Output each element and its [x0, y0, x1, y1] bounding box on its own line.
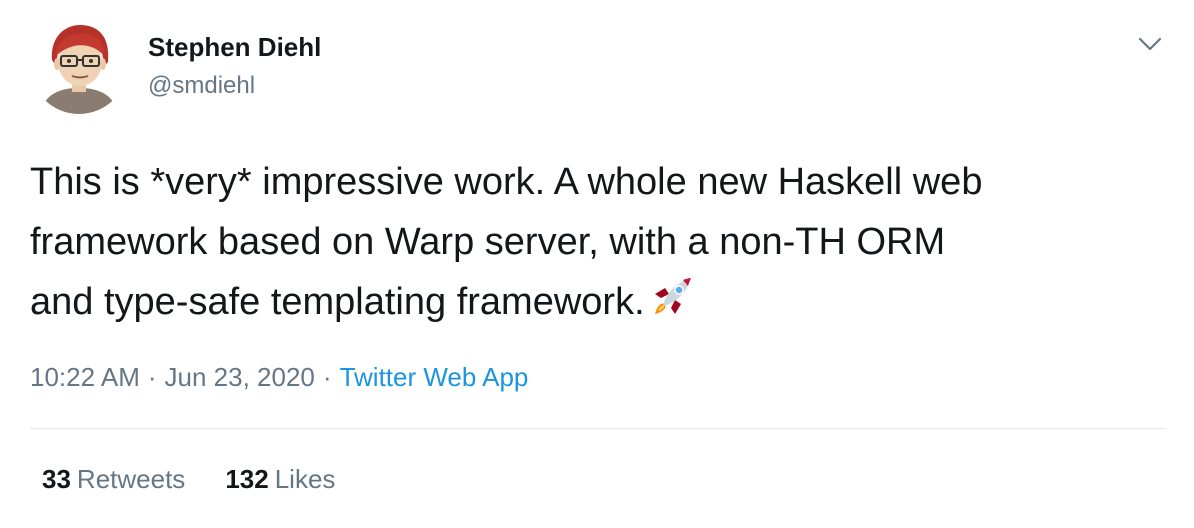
tweet-meta: 10:22 AM · Jun 23, 2020 · Twitter Web App	[30, 362, 528, 393]
tweet-text: This is *very* impressive work. A whole …	[30, 152, 1170, 332]
tweet-text-line: framework based on Warp server, with a n…	[30, 221, 946, 263]
tweet-text-line: and type-safe templating framework.	[30, 272, 1170, 332]
tweet-stats: 33 Retweets 132 Likes	[42, 464, 335, 495]
retweets-label: Retweets	[76, 464, 186, 494]
meta-separator: ·	[147, 362, 157, 392]
author-display-name[interactable]: Stephen Diehl	[148, 32, 321, 63]
retweets-count: 33	[42, 464, 71, 494]
tweet-text-line: This is *very* impressive work. A whole …	[30, 161, 983, 203]
likes-label: Likes	[274, 464, 336, 494]
tweet-time[interactable]: 10:22 AM	[30, 362, 140, 392]
tweet-source-link[interactable]: Twitter Web App	[340, 362, 529, 392]
tweet-text-line-content: and type-safe templating framework.	[30, 281, 645, 323]
author-handle[interactable]: @smdiehl	[148, 72, 255, 100]
tweet-card: Stephen Diehl @smdiehl This is *very* im…	[0, 0, 1194, 528]
retweets-stat[interactable]: 33 Retweets	[42, 464, 185, 495]
likes-count: 132	[225, 464, 269, 494]
tweet-date[interactable]: Jun 23, 2020	[165, 362, 315, 392]
chevron-down-icon[interactable]	[1136, 32, 1164, 56]
meta-separator: ·	[322, 362, 332, 392]
cartoon-avatar-icon[interactable]	[30, 16, 128, 114]
likes-stat[interactable]: 132 Likes	[225, 464, 335, 495]
divider	[30, 428, 1166, 429]
rocket-icon	[649, 274, 695, 320]
